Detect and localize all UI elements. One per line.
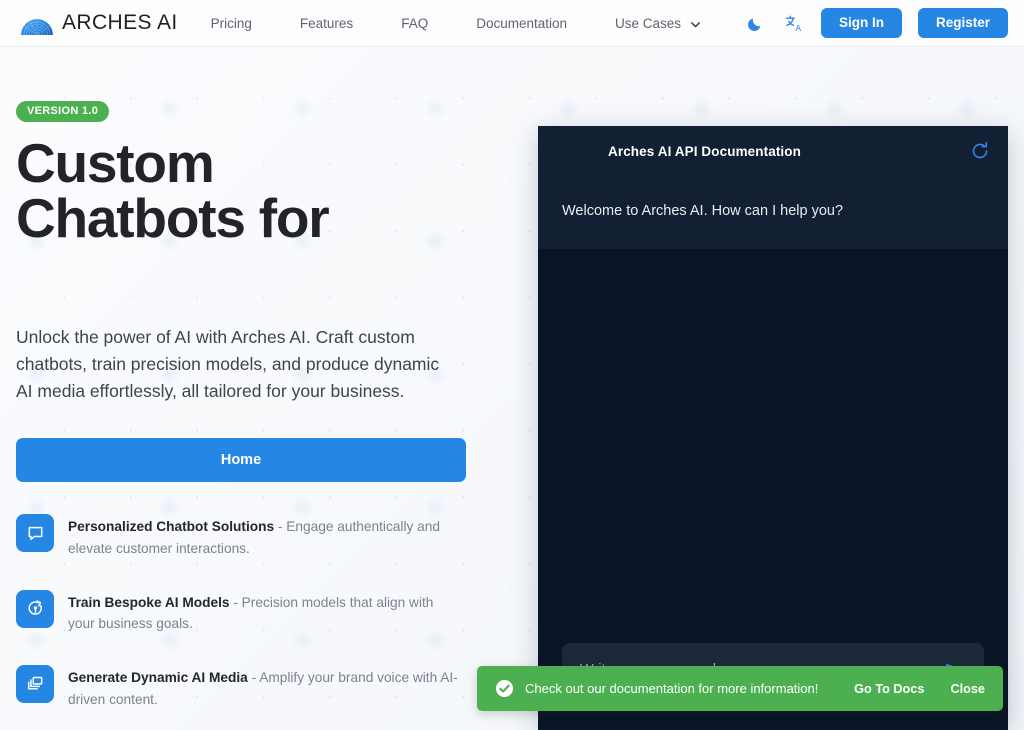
sign-in-button[interactable]: Sign In [820, 8, 902, 38]
brand-name: ARCHES AI [62, 11, 178, 34]
chat-widget-header: Arches AI API Documentation [538, 126, 1008, 176]
moon-icon[interactable] [745, 12, 767, 34]
chat-bubble-icon [16, 514, 54, 553]
nav-item-pricing[interactable]: Pricing [211, 10, 252, 37]
chevron-down-icon [690, 18, 701, 29]
svg-text:A: A [796, 23, 802, 33]
register-button[interactable]: Register [917, 8, 1008, 38]
nav-item-use-cases-label: Use Cases [615, 15, 682, 31]
top-navigation-bar: ARCHES AI Pricing Features FAQ Documenta… [0, 0, 1024, 47]
nav-item-faq[interactable]: FAQ [401, 10, 428, 37]
refresh-icon[interactable] [970, 141, 990, 161]
go-to-docs-button[interactable]: Go To Docs [854, 682, 924, 696]
chat-message-list [538, 249, 1008, 643]
feature-list: Personalized Chatbot Solutions - Engage … [16, 514, 476, 710]
translate-icon[interactable]: A [783, 12, 805, 34]
nav-links: Pricing Features FAQ Documentation Use C… [211, 10, 701, 37]
feature-text: Train Bespoke AI Models - Precision mode… [68, 590, 463, 635]
feature-title: Train Bespoke AI Models [68, 594, 230, 610]
home-cta-button[interactable]: Home [16, 438, 466, 483]
notification-toast: Check out our documentation for more inf… [477, 666, 1003, 711]
version-badge: VERSION 1.0 [16, 101, 110, 122]
nav-item-documentation[interactable]: Documentation [476, 10, 567, 37]
close-toast-button[interactable]: Close [950, 682, 985, 696]
page-root: ARCHES AI Pricing Features FAQ Documenta… [0, 0, 1024, 730]
brand-logo-link[interactable]: ARCHES AI [16, 8, 178, 38]
model-training-icon [16, 589, 54, 628]
media-layers-icon [16, 664, 54, 703]
nav-item-use-cases[interactable]: Use Cases [615, 10, 701, 37]
page-title: Custom Chatbots for [16, 132, 330, 249]
nav-actions: A Sign In Register [745, 8, 1008, 38]
feature-text: Generate Dynamic AI Media - Amplify your… [68, 665, 463, 710]
hero-subtext: Unlock the power of AI with Arches AI. C… [16, 327, 440, 401]
chat-welcome-message: Welcome to Arches AI. How can I help you… [562, 203, 844, 219]
feature-title: Personalized Chatbot Solutions [68, 519, 275, 535]
arch-dome-logo-icon [16, 8, 58, 38]
feature-text: Personalized Chatbot Solutions - Engage … [68, 514, 463, 559]
nav-item-features[interactable]: Features [300, 10, 353, 37]
chat-welcome-area: Welcome to Arches AI. How can I help you… [538, 176, 1008, 250]
chat-widget-panel: Arches AI API Documentation Welcome to A… [538, 126, 1008, 730]
hero-left-column: VERSION 1.0 Custom Chatbots for Unlock t… [16, 47, 476, 730]
list-item: Personalized Chatbot Solutions - Engage … [16, 514, 476, 559]
toast-message: Check out our documentation for more inf… [525, 681, 819, 696]
feature-title: Generate Dynamic AI Media [68, 669, 248, 685]
list-item: Generate Dynamic AI Media - Amplify your… [16, 664, 476, 710]
chat-widget-title: Arches AI API Documentation [608, 143, 801, 159]
list-item: Train Bespoke AI Models - Precision mode… [16, 589, 476, 635]
check-circle-icon [495, 679, 514, 698]
